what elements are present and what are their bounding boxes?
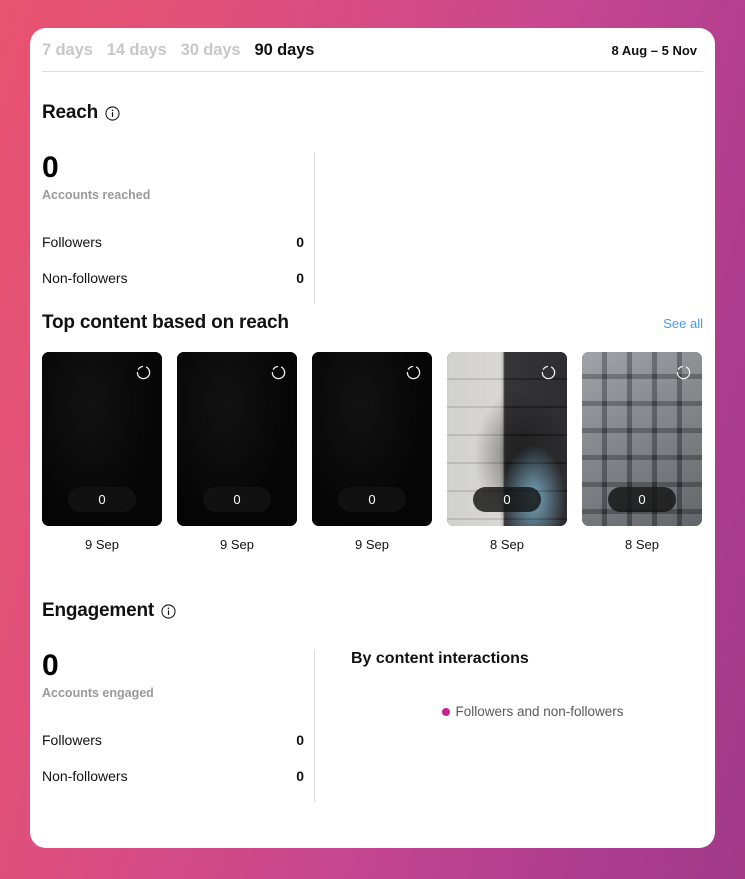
reach-row-non-followers[interactable]: Non-followers 0 (42, 270, 304, 286)
top-content-item: 0 9 Sep (312, 352, 432, 552)
loading-spinner-icon (135, 364, 152, 381)
top-content-item: 0 9 Sep (177, 352, 297, 552)
info-icon[interactable] (161, 603, 176, 619)
top-content-thumbnails: 0 9 Sep 0 9 Sep 0 9 Sep 0 8 Sep 0 8 Sep (42, 352, 703, 552)
loading-spinner-icon (540, 364, 557, 381)
chart-legend: Followers and non-followers (351, 704, 715, 719)
tab-7-days[interactable]: 7 days (42, 41, 93, 60)
loading-spinner-icon (405, 364, 422, 381)
date-range-label: 8 Aug – 5 Nov (611, 42, 697, 58)
engagement-title: Engagement (42, 600, 155, 621)
thumbnail-2[interactable]: 0 (177, 352, 297, 526)
tab-14-days[interactable]: 14 days (107, 41, 167, 60)
reach-accounts-reached-label: Accounts reached (42, 187, 151, 202)
engagement-accounts-engaged-value: 0 (42, 649, 59, 682)
top-content-item: 0 9 Sep (42, 352, 162, 552)
insights-card: 7 days 14 days 30 days 90 days 8 Aug – 5… (30, 28, 715, 848)
thumbnail-date: 9 Sep (220, 537, 254, 552)
thumbnail-1[interactable]: 0 (42, 352, 162, 526)
thumbnail-date: 8 Sep (490, 537, 524, 552)
reach-count-badge: 0 (203, 487, 271, 512)
engagement-chart-area: By content interactions Followers and no… (315, 650, 715, 802)
tab-90-days[interactable]: 90 days (255, 41, 315, 60)
top-content-title: Top content based on reach (42, 312, 289, 333)
legend-color-dot (442, 707, 451, 716)
thumbnail-4[interactable]: 0 (447, 352, 567, 526)
info-icon[interactable] (105, 105, 120, 121)
top-content-item: 0 8 Sep (447, 352, 567, 552)
reach-chart-area (315, 152, 715, 304)
reach-header: Reach (42, 102, 715, 124)
reach-accounts-reached-value: 0 (42, 151, 59, 184)
tabs-divider (42, 71, 703, 72)
engagement-header: Engagement (42, 600, 715, 622)
loading-spinner-icon (270, 364, 287, 381)
thumbnail-date: 9 Sep (355, 537, 389, 552)
reach-metrics: 0 Accounts reached Followers 0 Non-follo… (42, 152, 715, 304)
reach-count-badge: 0 (608, 487, 676, 512)
engagement-non-followers-value: 0 (296, 767, 304, 784)
chart-title: By content interactions (351, 650, 529, 667)
reach-count-badge: 0 (473, 487, 541, 512)
top-content-item: 0 8 Sep (582, 352, 702, 552)
reach-row-followers[interactable]: Followers 0 (42, 234, 304, 250)
reach-count-badge: 0 (338, 487, 406, 512)
tab-30-days[interactable]: 30 days (181, 41, 241, 60)
top-content-section: Top content based on reach See all 0 9 S… (30, 304, 715, 552)
time-range-tabs: 7 days 14 days 30 days 90 days 8 Aug – 5… (30, 28, 715, 72)
reach-count-badge: 0 (68, 487, 136, 512)
see-all-link[interactable]: See all (663, 316, 703, 331)
engagement-non-followers-label: Non-followers (42, 767, 128, 784)
thumbnail-3[interactable]: 0 (312, 352, 432, 526)
reach-followers-label: Followers (42, 233, 102, 250)
loading-spinner-icon (675, 364, 692, 381)
reach-title: Reach (42, 102, 99, 123)
engagement-followers-label: Followers (42, 731, 102, 748)
thumbnail-date: 8 Sep (625, 537, 659, 552)
engagement-row-non-followers[interactable]: Non-followers 0 (42, 768, 304, 784)
engagement-metrics: 0 Accounts engaged Followers 0 Non-follo… (42, 650, 715, 802)
reach-non-followers-label: Non-followers (42, 269, 128, 286)
engagement-row-followers[interactable]: Followers 0 (42, 732, 304, 748)
reach-summary: 0 Accounts reached Followers 0 Non-follo… (42, 152, 314, 304)
thumbnail-date: 9 Sep (85, 537, 119, 552)
top-content-header: Top content based on reach See all (42, 312, 703, 334)
engagement-section: Engagement 0 Accounts engaged Followers … (30, 552, 715, 802)
tab-list: 7 days 14 days 30 days 90 days (42, 41, 314, 60)
engagement-followers-value: 0 (296, 731, 304, 748)
engagement-accounts-engaged-label: Accounts engaged (42, 685, 154, 700)
reach-section: Reach 0 Accounts reached Followers 0 Non… (30, 72, 715, 304)
engagement-summary: 0 Accounts engaged Followers 0 Non-follo… (42, 650, 314, 802)
reach-followers-value: 0 (296, 233, 304, 250)
reach-non-followers-value: 0 (296, 269, 304, 286)
thumbnail-5[interactable]: 0 (582, 352, 702, 526)
legend-label: Followers and non-followers (455, 704, 624, 719)
